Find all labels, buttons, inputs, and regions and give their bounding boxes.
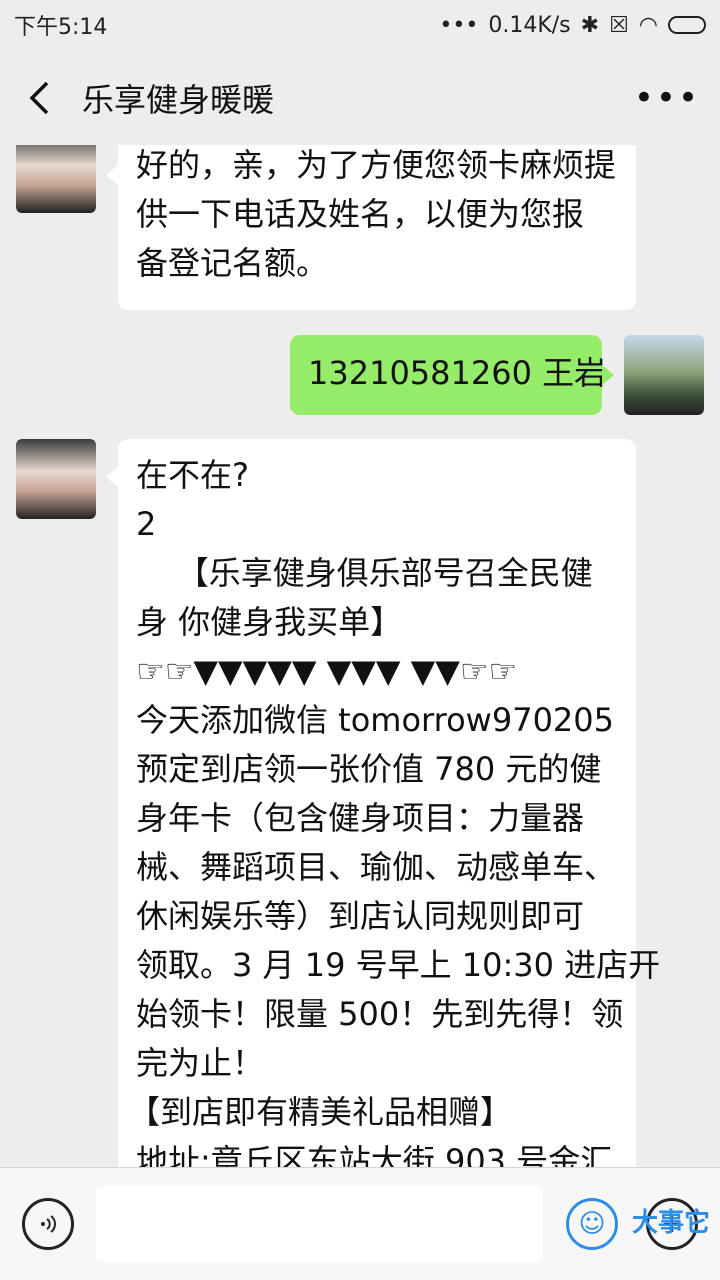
network-speed: 0.14K/s [488, 12, 571, 38]
message-line: ☞☞▼▼▼▼▼ ▼▼▼ ▼▼☞☞ [136, 652, 518, 690]
title-bar: 乐享健身暖暖 ••• [0, 50, 720, 145]
message-line: 预定到店领一张价值 780 元的健 [136, 750, 602, 788]
message-line: 今天添加微信 tomorrow970205 [136, 701, 615, 739]
my-avatar[interactable] [624, 335, 704, 415]
message-line: 休闲娱乐等）到店认同规则即可 [136, 897, 585, 935]
message-line: 身年卡（包含健身项目：力量器 [136, 799, 585, 837]
message-line: 身 你健身我买单】 [136, 603, 403, 641]
message-line: 【乐享健身俱乐部号召全民健 [136, 554, 593, 592]
more-dots-icon: ••• [439, 12, 479, 38]
status-time: 下午5:14 [14, 15, 108, 40]
message-line: 地址:章丘区东站大街 903 号金汇 [136, 1142, 613, 1167]
chat-title: 乐享健身暖暖 [82, 80, 275, 119]
message-line: 械、舞蹈项目、瑜伽、动感单车、 [136, 848, 617, 886]
message-line: 在不在? [136, 456, 249, 494]
chat-area[interactable]: 好的，亲，为了方便您领卡麻烦提 供一下电话及姓名，以便为您报 备登记名额。 13… [0, 145, 720, 1167]
contact-avatar[interactable] [16, 145, 96, 213]
input-bar: ☺ + 大事它 [0, 1167, 720, 1280]
wifi-icon: ◠ [638, 12, 658, 38]
message-bubble-sent[interactable]: 13210581260 王岩 [290, 335, 614, 415]
bluetooth-icon: ✱ [580, 12, 600, 38]
back-arrow-icon[interactable] [20, 78, 60, 118]
contact-avatar[interactable] [16, 439, 96, 519]
message-line: 供一下电话及姓名，以便为您报 [136, 195, 585, 233]
emoji-icon[interactable]: ☺ [566, 1198, 618, 1250]
sim-icon: ☒ [609, 12, 629, 38]
message-bubble-received[interactable]: 在不在? 2 【乐享健身俱乐部号召全民健 身 你健身我买单】 ☞☞▼▼▼▼▼ ▼… [106, 439, 661, 1167]
watermark-logo: 大事它 [632, 1208, 711, 1238]
message-input[interactable] [96, 1186, 542, 1262]
status-bar: 下午5:14 ••• 0.14K/s ✱ ☒ ◠ [0, 0, 720, 50]
message-line: 好的，亲，为了方便您领卡麻烦提 [136, 146, 617, 184]
message-line: 【到店即有精美礼品相赠】 [128, 1093, 513, 1131]
voice-icon[interactable] [22, 1198, 74, 1250]
message-line: 始领卡！限量 500！先到先得！领 [136, 995, 624, 1033]
message-line: 2 [136, 505, 157, 543]
more-options-icon[interactable]: ••• [634, 78, 700, 118]
message-line: 13210581260 王岩 [308, 354, 607, 392]
status-icons: ••• 0.14K/s ✱ ☒ ◠ [439, 13, 706, 38]
message-line: 领取。3 月 19 号早上 10:30 进店开 [136, 946, 661, 984]
message-line: 备登记名额。 [136, 244, 329, 282]
message-line: 完为止！ [136, 1044, 265, 1082]
battery-icon [668, 16, 706, 34]
message-bubble-received[interactable]: 好的，亲，为了方便您领卡麻烦提 供一下电话及姓名，以便为您报 备登记名额。 [106, 145, 636, 310]
